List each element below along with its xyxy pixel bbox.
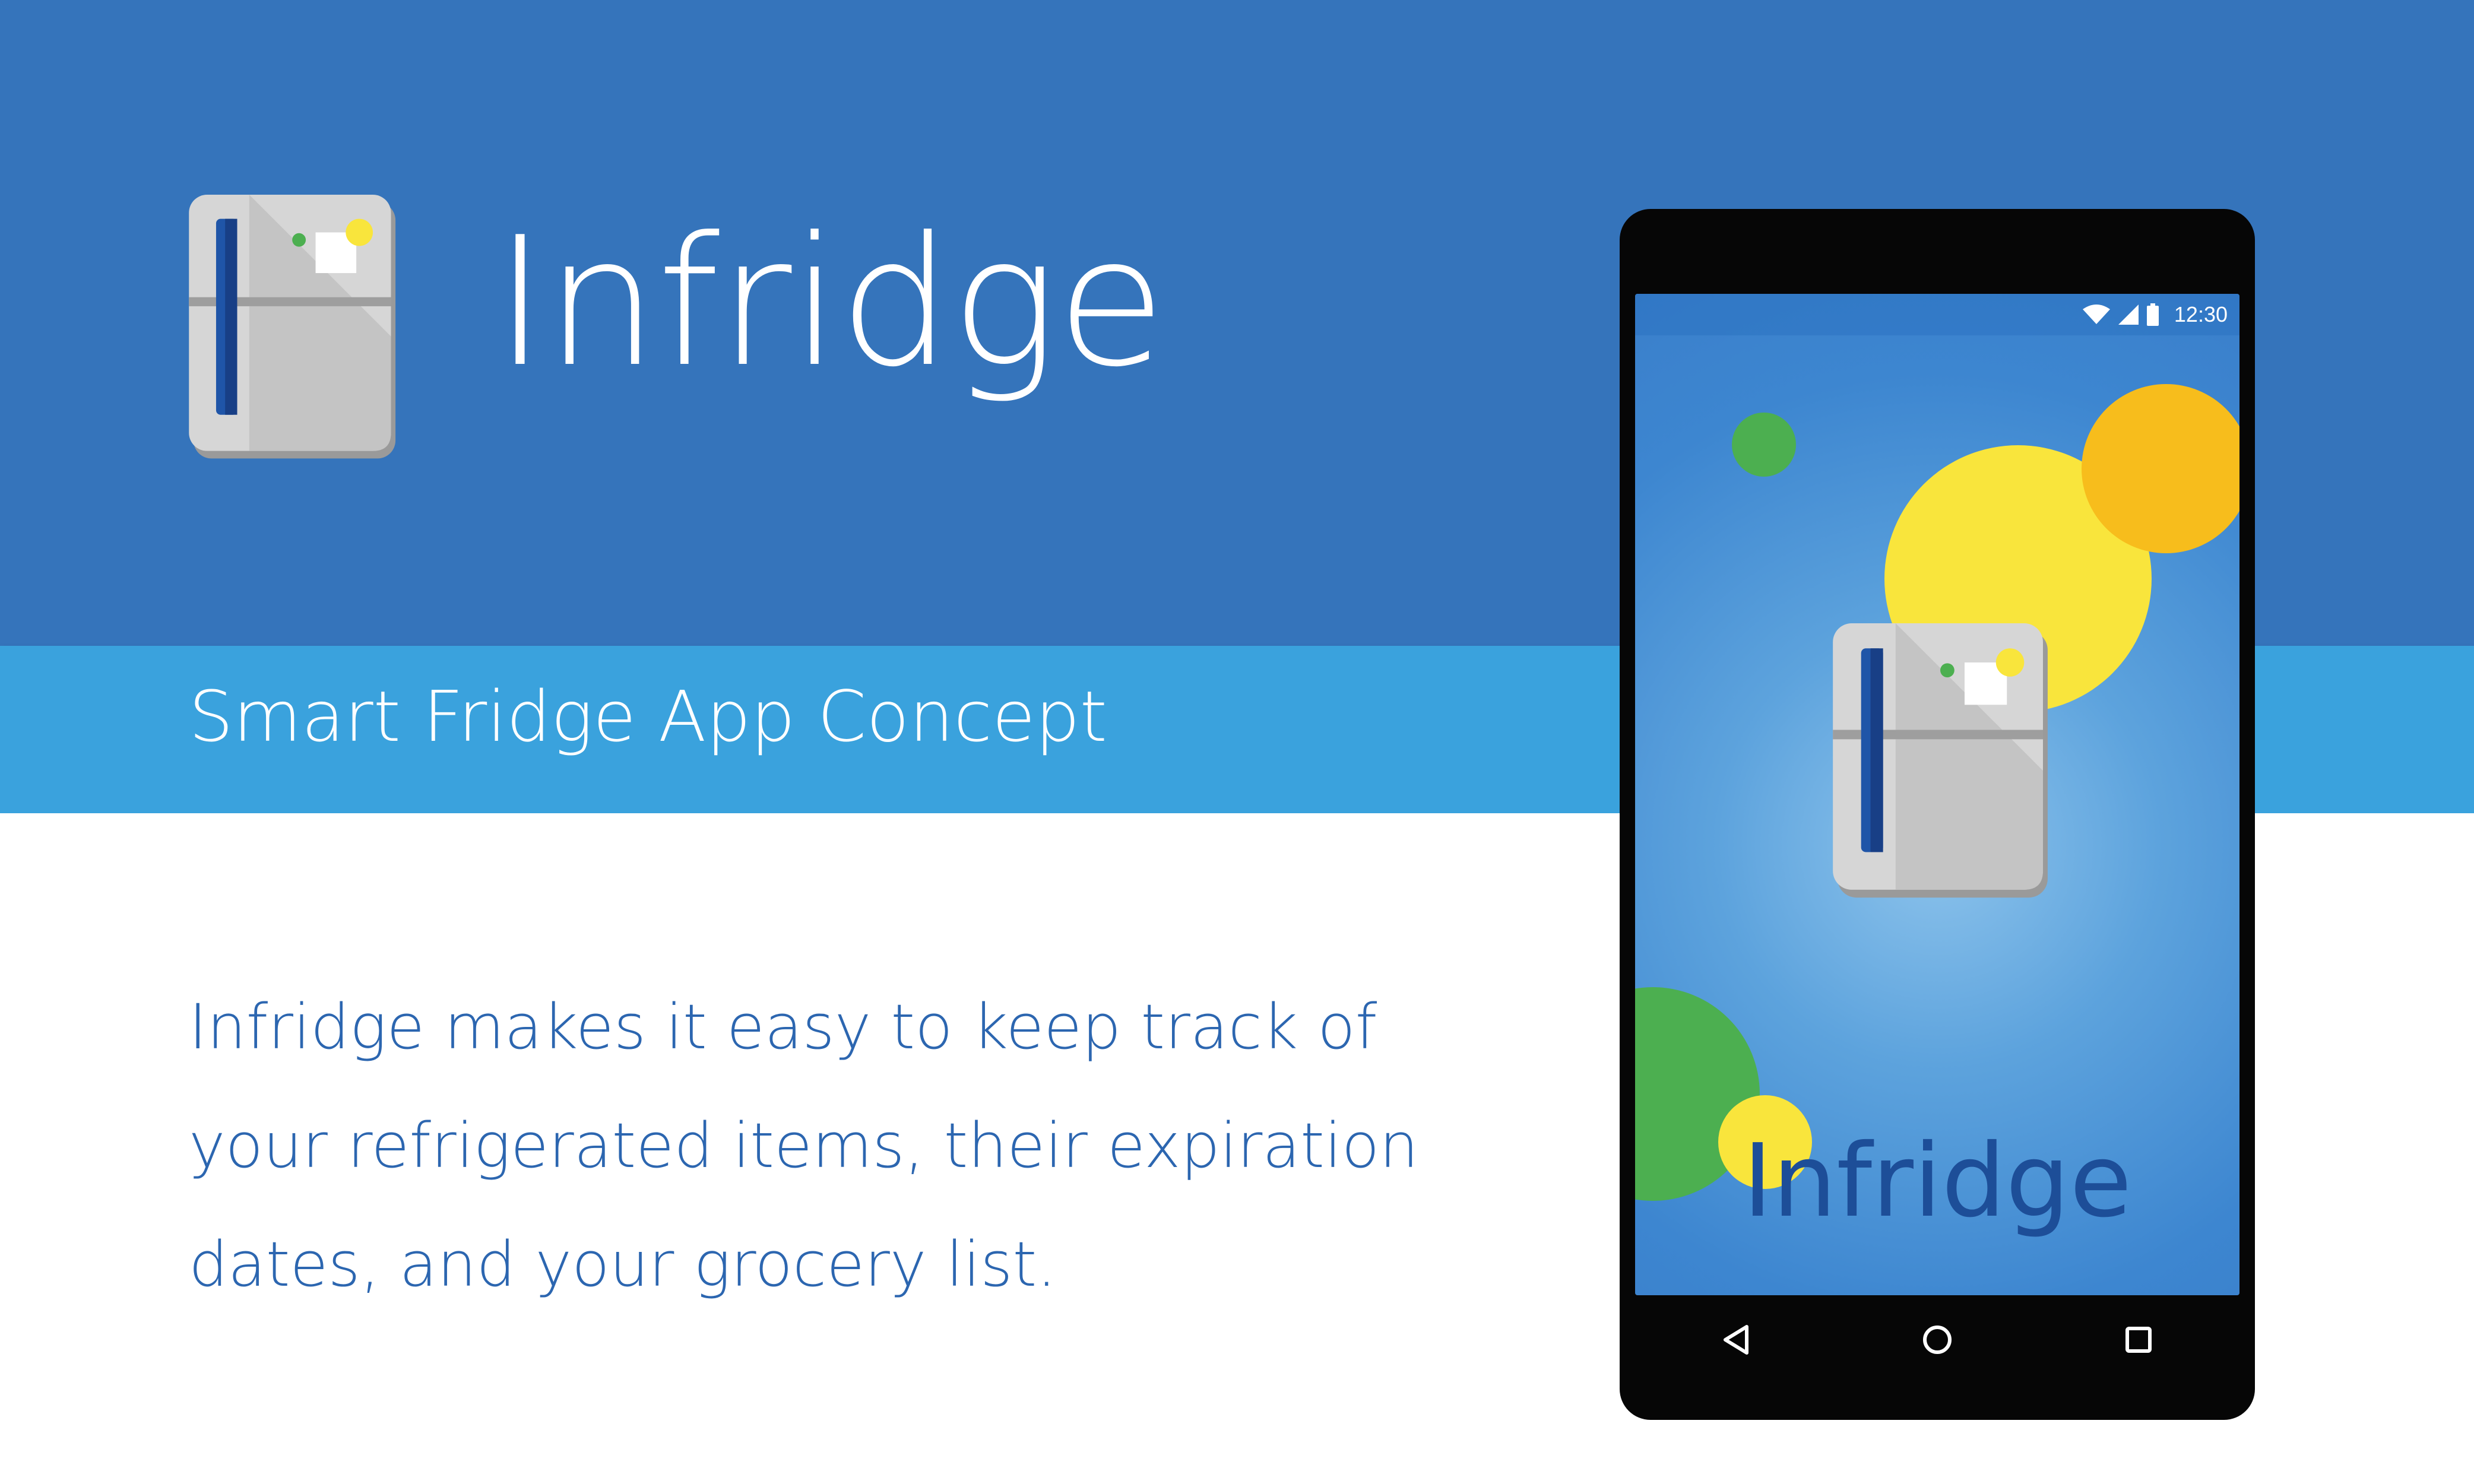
home-button[interactable] [1914,1316,1961,1363]
app-title: Infridge [494,199,1166,406]
phone-splash-title: Infridge [1743,1122,2132,1240]
back-icon [1723,1325,1748,1355]
app-tagline: Smart Fridge App Concept [189,676,1107,757]
home-icon [1922,1326,1952,1354]
recents-button[interactable] [2115,1316,2162,1363]
status-bar: 12:30 [1635,294,2239,335]
recents-icon [2125,1327,2152,1353]
decor-circle-orange [2082,384,2239,553]
fridge-logo-icon [189,195,396,459]
status-time: 12:30 [2174,302,2228,326]
navigation-bar [1635,1295,2239,1384]
status-icons: 12:30 [2082,301,2228,328]
battery-icon [2146,303,2159,326]
wifi-icon [2082,305,2110,324]
back-button[interactable] [1712,1316,1760,1363]
signal-icon [2118,305,2139,325]
decor-circle-green-small [1732,413,1796,477]
phone-fridge-logo-icon [1833,623,2048,898]
app-description: Infridge makes it easy to keep track of … [189,991,1419,1301]
